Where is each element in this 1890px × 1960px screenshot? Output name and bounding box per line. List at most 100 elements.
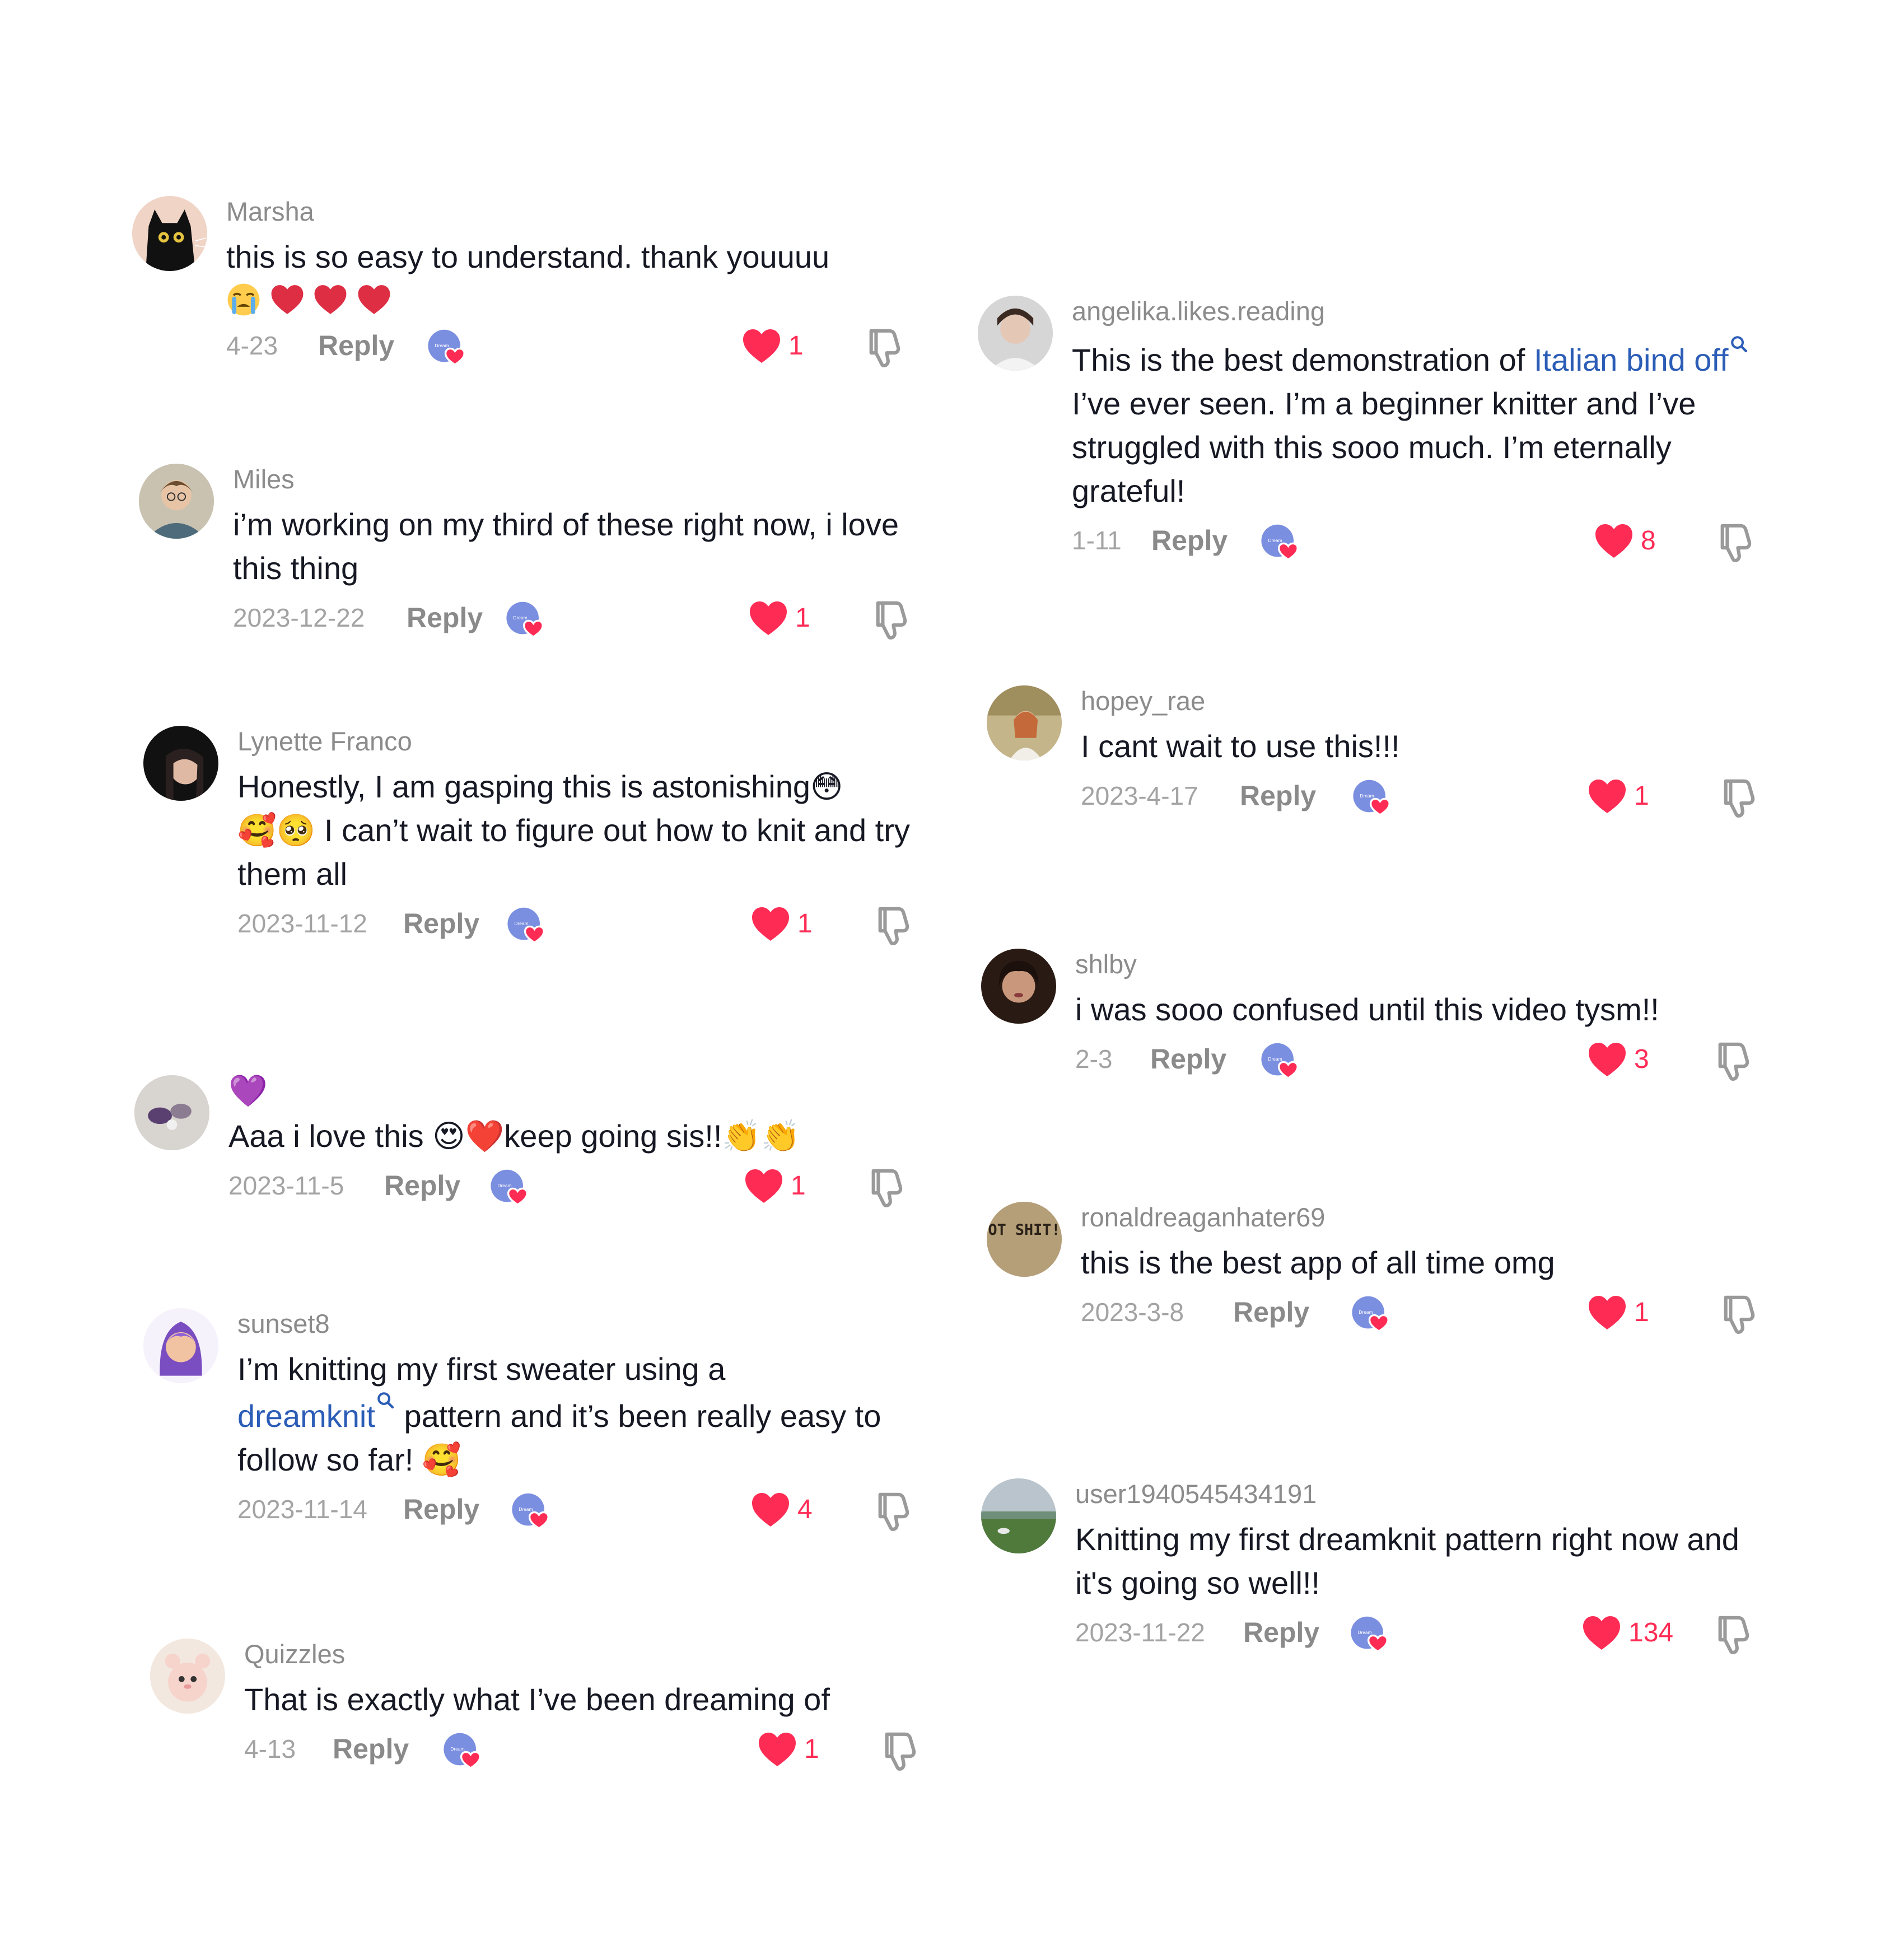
like-heart-icon[interactable] [741,327,782,365]
avatar[interactable] [150,1639,225,1714]
creator-liked-badge-icon [427,328,467,366]
comment-meta: 4-13 Reply 1 [244,1728,934,1773]
username[interactable]: angelika.likes.reading [1072,295,1762,328]
comment-body: Quizzles That is exactly what I’ve been … [244,1637,934,1773]
search-icon[interactable] [1730,335,1749,354]
like-count: 3 [1634,1044,1649,1074]
comment-date: 2023-3-8 [1081,1298,1184,1327]
like-heart-icon[interactable] [1581,1614,1622,1652]
dislike-icon[interactable] [871,598,911,641]
creator-liked-badge-icon [1260,523,1300,561]
username[interactable]: shlby [1075,948,1765,981]
creator-liked-badge-icon [442,1732,483,1770]
avatar[interactable] [134,1075,209,1150]
avatar[interactable]: HOT SHIT!! [987,1202,1062,1277]
comment-meta: 2023-11-22 Reply 134 [1075,1612,1765,1656]
avatar[interactable] [987,685,1062,760]
dislike-icon[interactable] [874,904,913,946]
comment-text: That is exactly what I’ve been dreaming … [244,1682,830,1717]
comment-text-line: 🥰🥺 I can’t wait to figure out how to kni… [237,813,910,892]
comment-body: 💜 Aaa i love this 😍❤️keep going sis!!👏👏 … [228,1074,918,1210]
like-heart-icon[interactable] [750,905,791,943]
dislike-icon[interactable] [1719,776,1758,819]
comment-text: I’m knitting my first sweater using a dr… [237,1347,927,1482]
comment-text: Aaa i love this 😍❤️keep going sis!!👏👏 [228,1118,800,1154]
search-link[interactable]: Italian bind off [1534,342,1729,377]
username[interactable]: ronaldreaganhater69 [1081,1201,1771,1234]
dislike-icon[interactable] [874,1490,913,1532]
reply-button[interactable]: Reply [1233,1296,1309,1328]
avatar[interactable] [981,949,1056,1024]
reply-button[interactable]: Reply [318,329,394,362]
comment-text-line: I’m knitting my first sweater using a [237,1351,726,1387]
comment-date: 2023-11-14 [237,1495,367,1524]
dislike-icon[interactable] [865,326,904,368]
comment-meta: 2023-11-5 Reply 1 [228,1165,918,1210]
username[interactable]: Quizzles [244,1637,934,1671]
like-heart-icon[interactable] [748,599,788,637]
username[interactable]: Miles [233,463,923,496]
reply-button[interactable]: Reply [384,1169,460,1202]
comment-text: i’m working on my third of these right n… [233,507,899,586]
avatar[interactable] [139,464,214,539]
creator-liked-badge-icon [511,1492,551,1530]
dislike-icon[interactable] [880,1729,920,1772]
comment-meta: 2023-3-8 Reply 1 [1081,1291,1771,1336]
avatar[interactable] [981,1478,1056,1553]
username[interactable]: 💜 [228,1074,918,1108]
search-link[interactable]: dreamknit [237,1398,375,1434]
comment-meta: 2023-11-12 Reply 1 [237,903,927,948]
dislike-icon[interactable] [1714,1613,1753,1655]
avatar[interactable] [143,726,218,801]
username[interactable]: Marsha [226,195,916,228]
username[interactable]: user1940545434191 [1075,1477,1765,1511]
comment-meta: 2023-4-17 Reply 1 [1081,775,1771,820]
comment-body: shlby i was sooo confused until this vid… [1075,948,1765,1083]
avatar[interactable] [132,196,207,271]
like-heart-icon[interactable] [744,1167,784,1205]
dislike-icon[interactable] [867,1166,906,1208]
like-heart-icon[interactable] [1587,1294,1627,1332]
avatar[interactable] [978,296,1053,371]
avatar[interactable] [143,1308,218,1383]
reply-button[interactable]: Reply [1240,780,1316,812]
username[interactable]: sunset8 [237,1307,927,1341]
comment-text: i was sooo confused until this video tys… [1075,992,1659,1027]
like-count: 1 [795,603,810,633]
red-heart-emoji-icon [357,282,391,317]
comment-date: 2023-11-22 [1075,1618,1205,1647]
reply-button[interactable]: Reply [1151,524,1228,557]
creator-liked-badge-icon [506,906,547,944]
reply-button[interactable]: Reply [403,1493,479,1525]
comment-text: This is the best demonstration of Italia… [1072,335,1762,513]
reply-button[interactable]: Reply [1243,1616,1319,1649]
reply-button[interactable]: Reply [333,1733,409,1765]
comment-text: this is the best app of all time omg [1081,1245,1555,1280]
comment-text-part: I’ve ever seen. I’m a beginner knitter a… [1072,386,1696,508]
creator-liked-badge-icon [1350,1615,1390,1653]
dislike-icon[interactable] [1714,1039,1753,1082]
comment-body: sunset8 I’m knitting my first sweater us… [237,1307,927,1533]
username[interactable]: hopey_rae [1081,684,1771,718]
comment-meta: 1-11 Reply 8 [1072,520,1762,564]
red-heart-emoji-icon [313,282,348,317]
dislike-icon[interactable] [1719,1292,1758,1335]
dislike-icon[interactable] [1716,521,1755,563]
reply-button[interactable]: Reply [407,601,483,634]
comment-body: user1940545434191 Knitting my first drea… [1075,1477,1765,1656]
search-icon[interactable] [376,1391,395,1410]
like-count: 1 [788,331,804,361]
comment-body: Miles i’m working on my third of these r… [233,463,923,642]
like-heart-icon[interactable] [750,1491,791,1529]
like-heart-icon[interactable] [1587,1040,1627,1079]
creator-liked-badge-icon [505,600,545,638]
like-heart-icon[interactable] [757,1730,797,1768]
reply-button[interactable]: Reply [1150,1043,1226,1075]
creator-liked-badge-icon [489,1168,530,1206]
creator-liked-badge-icon [1351,1295,1391,1333]
like-count: 1 [1634,781,1649,811]
username[interactable]: Lynette Franco [237,725,927,758]
like-heart-icon[interactable] [1594,522,1634,560]
reply-button[interactable]: Reply [403,907,479,940]
like-heart-icon[interactable] [1587,777,1627,815]
